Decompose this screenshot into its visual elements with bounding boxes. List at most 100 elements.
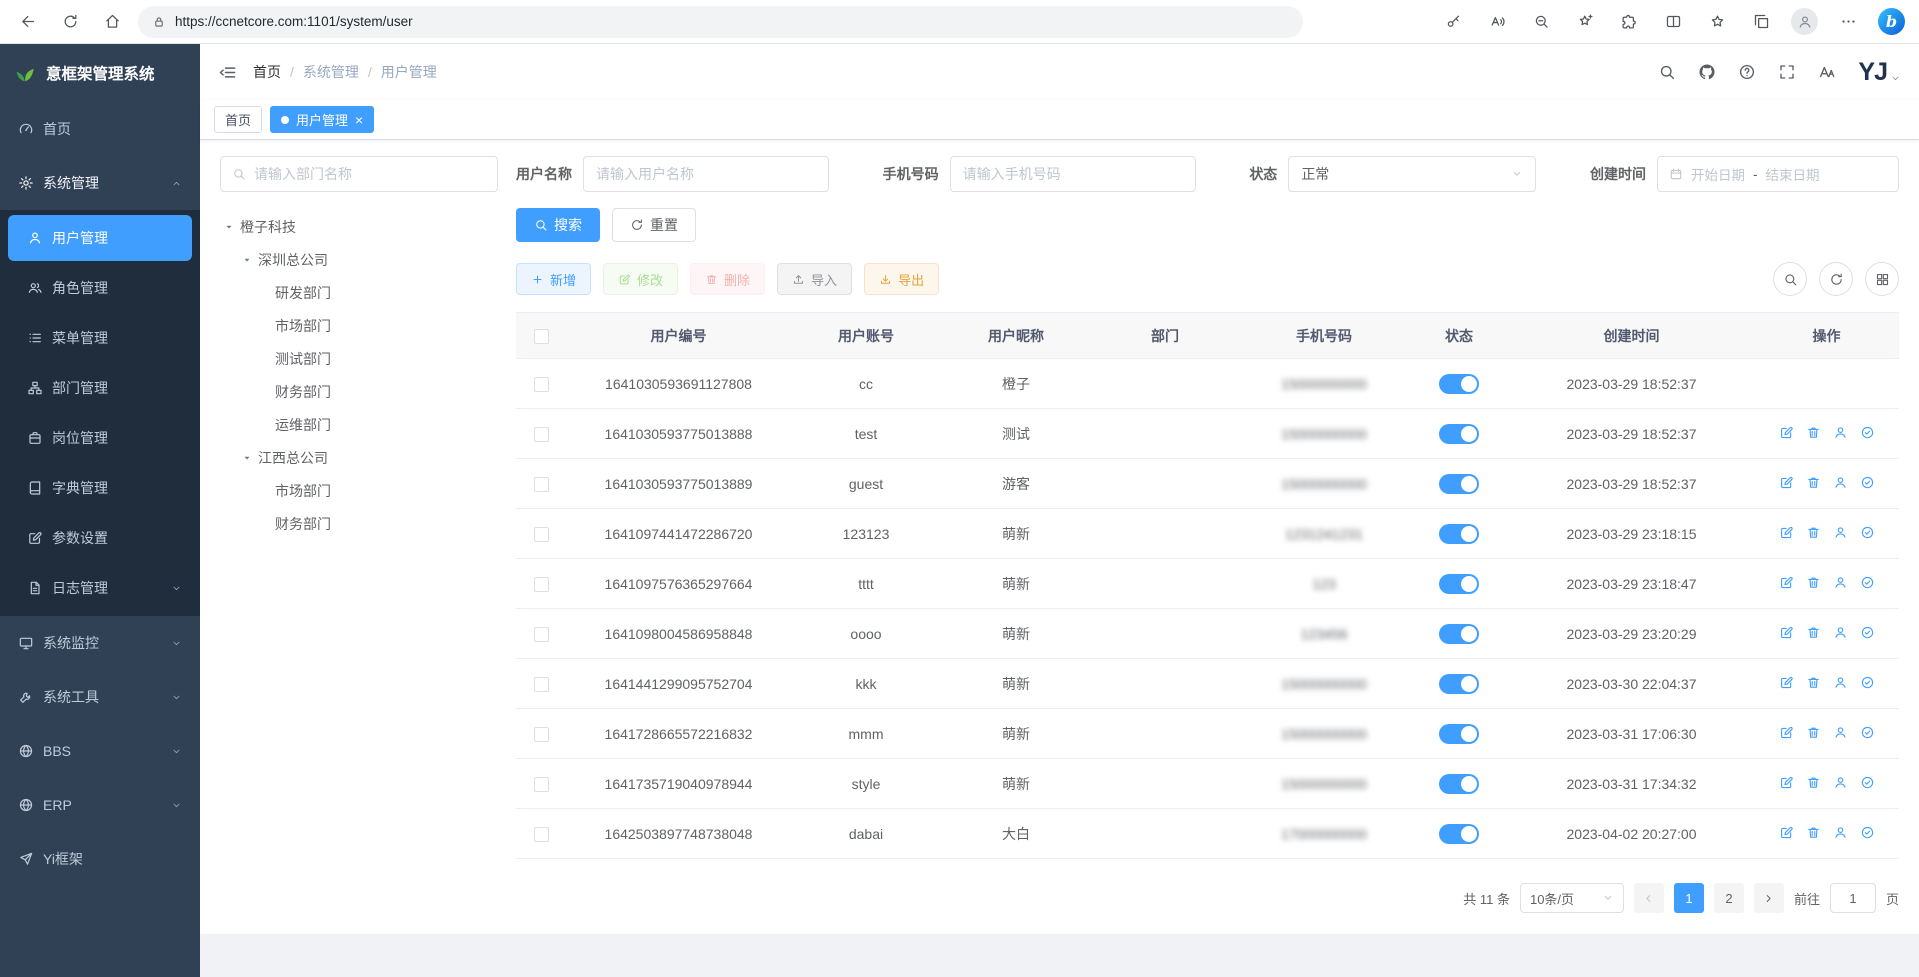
reset-password-icon[interactable]: [1833, 575, 1848, 590]
tree-node[interactable]: 财务部门: [220, 507, 498, 540]
row-checkbox[interactable]: [534, 727, 549, 742]
status-toggle[interactable]: [1439, 674, 1479, 694]
sidebar-item-post[interactable]: 岗位管理: [0, 413, 200, 463]
tree-expand-icon[interactable]: [224, 222, 234, 232]
row-checkbox[interactable]: [534, 777, 549, 792]
sidebar-item-config[interactable]: 参数设置: [0, 513, 200, 563]
delete-row-icon[interactable]: [1806, 525, 1821, 540]
status-select[interactable]: 正常: [1288, 156, 1536, 192]
edit-row-icon[interactable]: [1779, 625, 1794, 640]
assign-role-icon[interactable]: [1860, 725, 1875, 740]
delete-row-icon[interactable]: [1806, 725, 1821, 740]
github-icon[interactable]: [1698, 63, 1716, 81]
status-toggle[interactable]: [1439, 424, 1479, 444]
goto-page-input[interactable]: [1830, 883, 1876, 913]
split-screen-icon[interactable]: [1659, 8, 1687, 36]
favorites-icon[interactable]: [1703, 8, 1731, 36]
browser-profile-avatar[interactable]: [1791, 8, 1818, 35]
bing-icon[interactable]: b: [1878, 8, 1905, 35]
status-toggle[interactable]: [1439, 824, 1479, 844]
reset-button[interactable]: 重置: [612, 208, 696, 242]
tree-node[interactable]: 财务部门: [220, 375, 498, 408]
edit-row-icon[interactable]: [1779, 425, 1794, 440]
assign-role-icon[interactable]: [1860, 825, 1875, 840]
search-button[interactable]: 搜索: [516, 208, 600, 242]
sidebar-item-dict[interactable]: 字典管理: [0, 463, 200, 513]
tree-node[interactable]: 测试部门: [220, 342, 498, 375]
reset-password-icon[interactable]: [1833, 775, 1848, 790]
export-button[interactable]: 导出: [864, 263, 939, 295]
tab-首页[interactable]: 首页: [214, 106, 262, 133]
column-settings-button[interactable]: [1865, 262, 1899, 296]
assign-role-icon[interactable]: [1860, 575, 1875, 590]
page-button-1[interactable]: 1: [1674, 883, 1704, 913]
prev-page-button[interactable]: [1634, 883, 1664, 913]
edit-row-icon[interactable]: [1779, 575, 1794, 590]
edit-button[interactable]: 修改: [603, 263, 678, 295]
sidebar-item-user[interactable]: 用户管理: [8, 215, 192, 261]
reset-password-icon[interactable]: [1833, 675, 1848, 690]
sidebar-item-home[interactable]: 首页: [0, 102, 200, 156]
row-checkbox[interactable]: [534, 477, 549, 492]
edit-row-icon[interactable]: [1779, 525, 1794, 540]
reset-password-icon[interactable]: [1833, 825, 1848, 840]
delete-row-icon[interactable]: [1806, 575, 1821, 590]
reset-password-icon[interactable]: [1833, 625, 1848, 640]
row-checkbox[interactable]: [534, 627, 549, 642]
row-checkbox[interactable]: [534, 577, 549, 592]
status-toggle[interactable]: [1439, 724, 1479, 744]
status-toggle[interactable]: [1439, 624, 1479, 644]
row-checkbox[interactable]: [534, 427, 549, 442]
sidebar-item-monitor[interactable]: 系统监控: [0, 616, 200, 670]
tab-close-icon[interactable]: ×: [355, 113, 363, 127]
tree-node[interactable]: 市场部门: [220, 309, 498, 342]
row-checkbox[interactable]: [534, 677, 549, 692]
edit-row-icon[interactable]: [1779, 825, 1794, 840]
browser-menu-icon[interactable]: [1834, 8, 1862, 36]
browser-home-icon[interactable]: [96, 6, 128, 38]
reset-password-icon[interactable]: [1833, 525, 1848, 540]
breadcrumb-item[interactable]: 首页: [253, 62, 281, 82]
edit-row-icon[interactable]: [1779, 475, 1794, 490]
edit-row-icon[interactable]: [1779, 775, 1794, 790]
tree-expand-icon[interactable]: [242, 453, 252, 463]
status-toggle[interactable]: [1439, 374, 1479, 394]
edit-row-icon[interactable]: [1779, 725, 1794, 740]
assign-role-icon[interactable]: [1860, 425, 1875, 440]
reset-password-icon[interactable]: [1833, 425, 1848, 440]
collapse-sidebar-icon[interactable]: [218, 63, 237, 82]
import-button[interactable]: 导入: [777, 263, 852, 295]
delete-row-icon[interactable]: [1806, 625, 1821, 640]
toggle-search-button[interactable]: [1773, 262, 1807, 296]
sidebar-item-yi[interactable]: Yi框架: [0, 832, 200, 886]
help-icon[interactable]: [1738, 63, 1756, 81]
zoom-out-icon[interactable]: [1527, 8, 1555, 36]
tree-node[interactable]: 市场部门: [220, 474, 498, 507]
sidebar-item-erp[interactable]: ERP: [0, 778, 200, 832]
phone-input[interactable]: [950, 156, 1196, 192]
reset-password-icon[interactable]: [1833, 475, 1848, 490]
page-size-select[interactable]: 10条/页: [1520, 883, 1624, 913]
department-search-input[interactable]: [254, 166, 486, 182]
status-toggle[interactable]: [1439, 474, 1479, 494]
add-button[interactable]: 新增: [516, 263, 591, 295]
sidebar-item-role[interactable]: 角色管理: [0, 263, 200, 313]
tree-node[interactable]: 深圳总公司: [220, 243, 498, 276]
row-checkbox[interactable]: [534, 527, 549, 542]
user-avatar[interactable]: YJ: [1858, 60, 1901, 85]
next-page-button[interactable]: [1754, 883, 1784, 913]
delete-row-icon[interactable]: [1806, 675, 1821, 690]
header-search-icon[interactable]: [1658, 63, 1676, 81]
tree-expand-icon[interactable]: [242, 255, 252, 265]
date-range-picker[interactable]: 开始日期 - 结束日期: [1657, 156, 1899, 192]
assign-role-icon[interactable]: [1860, 525, 1875, 540]
row-checkbox[interactable]: [534, 377, 549, 392]
delete-row-icon[interactable]: [1806, 825, 1821, 840]
status-toggle[interactable]: [1439, 574, 1479, 594]
read-aloud-icon[interactable]: [1483, 8, 1511, 36]
row-checkbox[interactable]: [534, 827, 549, 842]
collections-icon[interactable]: [1747, 8, 1775, 36]
delete-row-icon[interactable]: [1806, 775, 1821, 790]
sidebar-item-dept[interactable]: 部门管理: [0, 363, 200, 413]
tree-node[interactable]: 运维部门: [220, 408, 498, 441]
